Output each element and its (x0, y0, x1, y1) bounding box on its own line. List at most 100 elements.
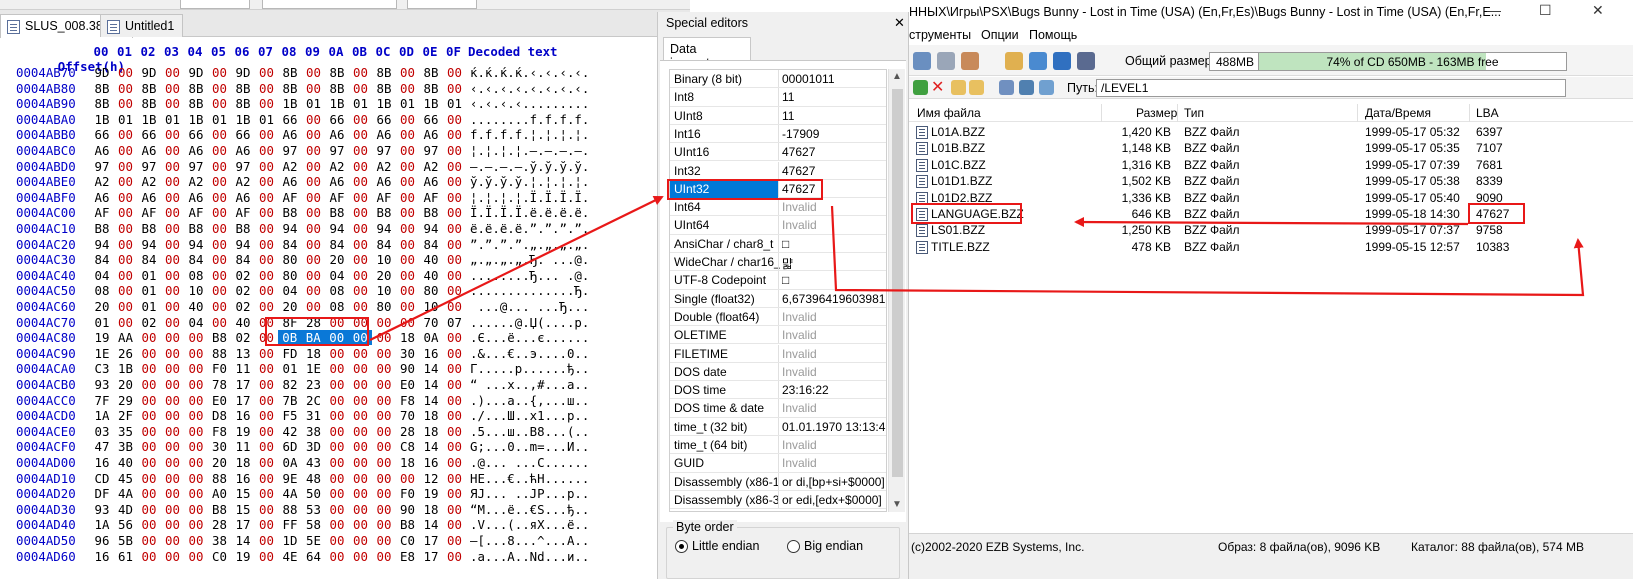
inspector-value[interactable]: Invalid (782, 347, 886, 361)
hex-byte[interactable]: 00 (376, 315, 392, 330)
hex-byte[interactable]: A6 (188, 190, 204, 205)
hex-byte[interactable]: 08 (188, 268, 204, 283)
hex-row[interactable]: 0004ABF0 A6 00 A6 00 A6 00 A6 00 AF 00 AF 00 AF 00 AF 00… (0, 190, 690, 206)
hex-byte[interactable]: 00 (447, 221, 463, 236)
hex-byte[interactable]: 00 (118, 81, 134, 96)
hex-byte[interactable]: 1B (141, 112, 157, 127)
hex-byte[interactable]: 02 (235, 283, 251, 298)
inspector-row[interactable]: Int64 Invalid (670, 198, 886, 217)
inspector-row[interactable]: Disassembly (x86-16) or di,[bp+si+$0000] (670, 472, 886, 491)
hex-byte[interactable]: 14 (423, 377, 439, 392)
hex-byte[interactable]: 40 (235, 315, 251, 330)
hex-byte[interactable]: 00 (353, 517, 369, 532)
hex-byte[interactable]: A6 (235, 143, 251, 158)
hex-byte[interactable]: 00 (376, 408, 392, 423)
hex-byte[interactable]: 00 (329, 486, 345, 501)
decoded-text[interactable]: ........Ђ... .@. (470, 268, 589, 283)
hex-byte[interactable]: 00 (118, 283, 134, 298)
hex-byte[interactable]: 00 (165, 393, 181, 408)
hex-byte[interactable]: 00 (329, 502, 345, 517)
hex-byte[interactable]: 50 (306, 486, 322, 501)
hex-byte[interactable]: 17 (235, 377, 251, 392)
hex-byte[interactable]: 8B (282, 65, 298, 80)
hex-row[interactable]: 0004ABA0 1B 01 1B 01 1B 01 1B 01 66 00 66 00 66 00 66 00… (0, 112, 690, 128)
hex-byte[interactable]: 70 (400, 408, 416, 423)
hex-byte[interactable]: 7F (94, 393, 110, 408)
hex-byte[interactable]: 00 (212, 127, 228, 142)
hex-byte[interactable]: 00 (165, 346, 181, 361)
hex-byte[interactable]: 1E (306, 361, 322, 376)
burn-icon[interactable] (913, 52, 931, 70)
inspector-value[interactable]: □ (782, 273, 886, 287)
hex-byte[interactable]: 01 (94, 315, 110, 330)
hex-byte[interactable]: 00 (188, 455, 204, 470)
hex-byte[interactable]: 26 (118, 346, 134, 361)
hex-row[interactable]: 0004ACF0 47 3B 00 00 00 30 11 00 6D 3D 00 00 00 C8 14 00… (0, 439, 690, 455)
hex-byte[interactable]: 00 (118, 221, 134, 236)
decoded-text[interactable]: ‹.‹.‹.‹.‹.‹.‹.‹. (470, 81, 589, 96)
hex-byte[interactable]: 4A (118, 486, 134, 501)
hex-byte[interactable]: 20 (329, 252, 345, 267)
hex-byte[interactable]: F8 (400, 393, 416, 408)
hex-byte[interactable]: 3D (306, 439, 322, 454)
hex-byte[interactable]: 04 (188, 315, 204, 330)
hex-byte[interactable]: 19 (235, 424, 251, 439)
inspector-value[interactable]: Invalid (782, 365, 886, 379)
hex-byte[interactable]: 00 (165, 268, 181, 283)
hex-byte[interactable]: 14 (423, 361, 439, 376)
hex-byte[interactable]: 16 (423, 346, 439, 361)
hex-byte[interactable]: 19 (423, 486, 439, 501)
hex-byte[interactable]: 2F (118, 408, 134, 423)
hex-byte[interactable]: 00 (353, 408, 369, 423)
hex-byte[interactable]: 84 (329, 237, 345, 252)
hex-byte[interactable]: 8B (376, 65, 392, 80)
hex-byte[interactable]: 94 (188, 237, 204, 252)
hex-byte[interactable]: 00 (259, 517, 275, 532)
hex-byte[interactable]: 00 (212, 143, 228, 158)
hex-byte[interactable]: 00 (447, 283, 463, 298)
hex-byte[interactable]: 10 (376, 283, 392, 298)
inspector-row[interactable]: DOS time & date Invalid (670, 399, 886, 418)
hex-row[interactable]: 0004ACD0 1A 2F 00 00 00 D8 16 00 F5 31 00 00 00 70 18 00… (0, 408, 690, 424)
inspector-row[interactable]: UInt16 47627 (670, 143, 886, 162)
hex-byte[interactable]: 00 (329, 455, 345, 470)
zoom-combo[interactable] (180, 0, 250, 9)
hex-byte[interactable]: 00 (447, 486, 463, 501)
hex-byte[interactable]: 35 (118, 424, 134, 439)
hex-byte[interactable]: 00 (118, 159, 134, 174)
inspector-value[interactable]: 11 (782, 90, 886, 104)
hex-byte[interactable]: 00 (447, 143, 463, 158)
hex-byte[interactable]: 16 (94, 549, 110, 564)
hex-row[interactable]: 0004AD30 93 4D 00 00 00 B8 15 00 88 53 00 00 00 90 18 00… (0, 502, 690, 518)
decoded-text[interactable]: .a...А..Nd...и.. (470, 549, 589, 564)
hex-byte[interactable]: 00 (212, 268, 228, 283)
hex-byte[interactable]: 97 (188, 159, 204, 174)
hex-byte[interactable]: 70 (423, 315, 439, 330)
hex-byte[interactable]: 40 (423, 252, 439, 267)
hex-byte[interactable]: 00 (306, 221, 322, 236)
hex-byte[interactable]: 00 (118, 143, 134, 158)
hex-byte[interactable]: 00 (376, 439, 392, 454)
hex-byte[interactable]: AF (235, 205, 251, 220)
hex-byte[interactable]: 00 (306, 268, 322, 283)
hex-byte[interactable]: 28 (212, 517, 228, 532)
hex-byte[interactable]: 00 (400, 190, 416, 205)
hex-byte[interactable]: 97 (376, 143, 392, 158)
hex-byte[interactable]: 00 (165, 143, 181, 158)
hex-byte[interactable]: 01 (212, 112, 228, 127)
hex-byte[interactable]: 00 (212, 205, 228, 220)
hex-byte[interactable]: 02 (141, 315, 157, 330)
hex-byte[interactable]: 38 (212, 533, 228, 548)
hex-byte[interactable]: 00 (212, 174, 228, 189)
hex-byte[interactable]: 93 (94, 377, 110, 392)
col-type[interactable]: Тип (1184, 106, 1204, 120)
hex-byte[interactable]: B8 (141, 221, 157, 236)
hex-byte[interactable]: A6 (141, 143, 157, 158)
hex-byte[interactable]: 00 (400, 221, 416, 236)
hex-byte[interactable]: 00 (329, 393, 345, 408)
add-files-icon[interactable] (999, 80, 1014, 95)
hex-byte[interactable]: 00 (188, 424, 204, 439)
hex-byte[interactable]: 00 (329, 408, 345, 423)
hex-byte[interactable]: 00 (212, 81, 228, 96)
hex-byte[interactable]: 17 (235, 517, 251, 532)
